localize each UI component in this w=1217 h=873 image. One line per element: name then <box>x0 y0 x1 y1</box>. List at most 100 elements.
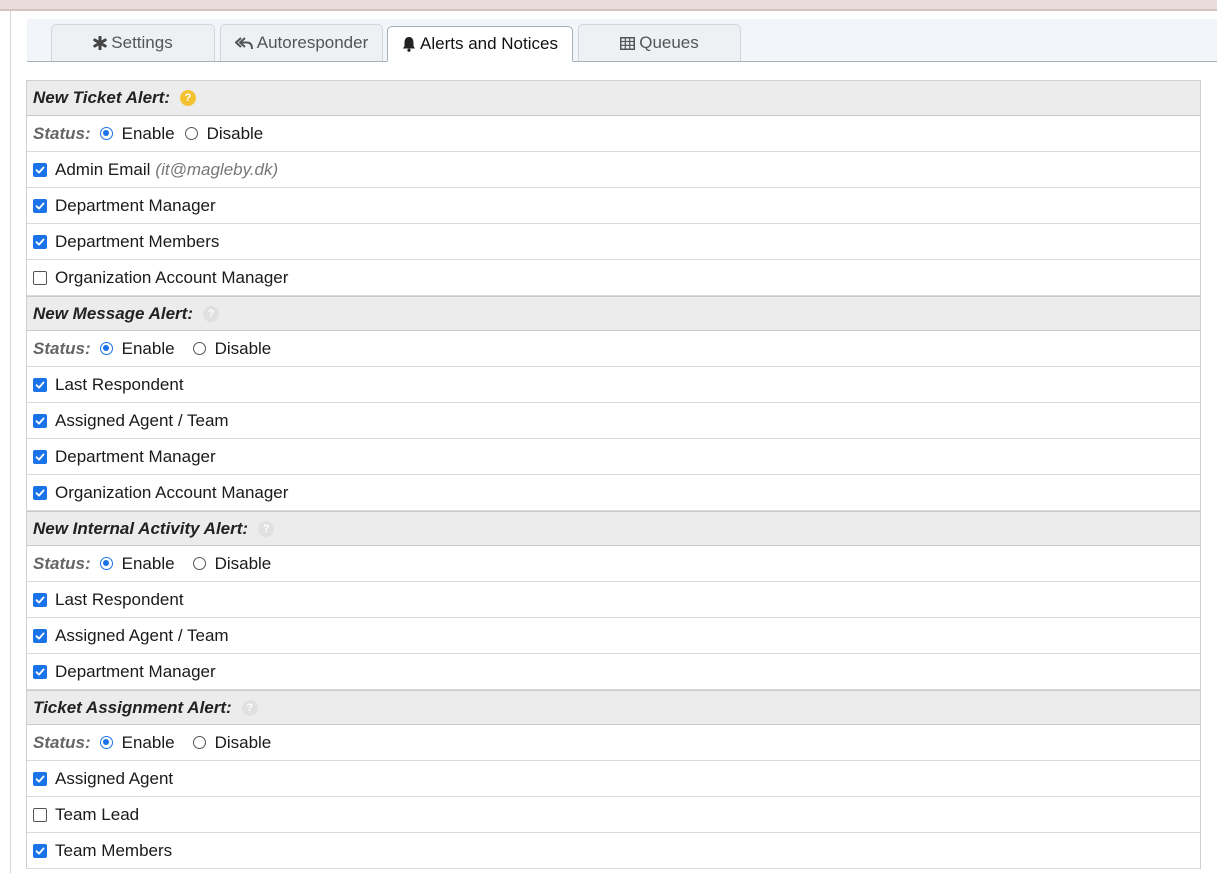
disable-radio[interactable]: Disable <box>192 553 278 574</box>
enable-radio[interactable]: Enable <box>99 338 181 359</box>
table-icon <box>620 36 636 50</box>
status-label: Status: <box>33 338 91 358</box>
top-bar <box>0 0 1217 11</box>
enable-label: Enable <box>121 123 175 143</box>
disable-label: Disable <box>214 338 272 358</box>
section-header: Ticket Assignment Alert:? <box>27 690 1200 725</box>
checkbox-row: Admin Email (it@magleby.dk) <box>27 152 1200 188</box>
help-icon[interactable]: ? <box>202 305 219 322</box>
checkbox-label: Assigned Agent / Team <box>55 625 229 645</box>
checkbox-label: Department Members <box>55 231 220 251</box>
alerts-panel: New Ticket Alert:? Status: Enable Disable Ad… <box>26 80 1201 869</box>
checkbox-label: Organization Account Manager <box>55 482 289 502</box>
checkbox-label: Assigned Agent / Team <box>55 410 229 430</box>
tab-alerts-and-notices[interactable]: Alerts and Notices <box>387 26 573 62</box>
help-icon[interactable]: ? <box>241 699 258 716</box>
radio-circle[interactable] <box>192 736 206 749</box>
checkbox-label: Last Respondent <box>55 589 184 609</box>
checkbox-label: Department Manager <box>55 195 216 215</box>
checkbox[interactable] <box>33 377 47 392</box>
checkbox[interactable] <box>33 162 47 177</box>
enable-label: Enable <box>121 338 175 358</box>
checkbox-label: Department Manager <box>55 446 216 466</box>
tab-queues[interactable]: Queues <box>578 24 741 61</box>
status-row: Status: Enable Disable <box>27 331 1200 367</box>
status-row: Status: Enable Disable <box>27 116 1200 152</box>
checkbox[interactable] <box>33 807 47 822</box>
enable-radio[interactable]: Enable <box>99 123 181 144</box>
checkbox-label: Organization Account Manager <box>55 267 289 287</box>
section-title: New Ticket Alert: <box>33 88 170 107</box>
radio-circle[interactable] <box>192 557 206 570</box>
section-title: New Internal Activity Alert: <box>33 518 249 538</box>
checkbox-row: Organization Account Manager <box>27 475 1200 511</box>
section-title: New Message Alert: <box>33 303 193 323</box>
tab-label: Autoresponder <box>256 33 369 52</box>
checkbox[interactable] <box>33 843 47 858</box>
checkbox[interactable] <box>33 413 47 428</box>
tab-label: Alerts and Notices <box>420 34 558 53</box>
status-label: Status: <box>33 123 91 143</box>
help-icon[interactable]: ? <box>258 520 275 537</box>
reply-all-icon <box>234 36 253 50</box>
status-row: Status: Enable Disable <box>27 725 1200 761</box>
section-header: New Internal Activity Alert:? <box>27 511 1200 546</box>
disable-label: Disable <box>214 732 272 752</box>
checkbox[interactable] <box>33 771 47 786</box>
checkbox-row: Assigned Agent <box>27 761 1200 797</box>
disable-label: Disable <box>206 123 264 143</box>
checkbox-row: Team Lead <box>27 797 1200 833</box>
checkbox-row: Organization Account Manager <box>27 260 1200 296</box>
disable-label: Disable <box>214 553 272 573</box>
checkbox-row: Assigned Agent / Team <box>27 403 1200 439</box>
admin-email-note: (it@magleby.dk) <box>155 159 279 179</box>
checkbox[interactable] <box>33 234 47 249</box>
disable-radio[interactable]: Disable <box>192 338 278 359</box>
disable-radio[interactable]: Disable <box>184 123 270 144</box>
checkbox-row: Department Manager <box>27 439 1200 475</box>
checkbox-row: Last Respondent <box>27 367 1200 403</box>
status-row: Status: Enable Disable <box>27 546 1200 582</box>
left-border <box>10 11 11 873</box>
checkbox[interactable] <box>33 449 47 464</box>
radio-circle[interactable] <box>99 127 113 140</box>
radio-circle[interactable] <box>99 557 113 570</box>
tab-autoresponder[interactable]: Autoresponder <box>220 24 383 61</box>
radio-circle[interactable] <box>184 127 198 140</box>
checkbox[interactable] <box>33 270 47 285</box>
disable-radio[interactable]: Disable <box>192 732 278 753</box>
checkbox-label: Team Members <box>55 840 173 860</box>
tab-label: Settings <box>111 33 173 52</box>
enable-radio[interactable]: Enable <box>99 732 181 753</box>
tab-settings[interactable]: Settings <box>51 24 215 61</box>
status-label: Status: <box>33 553 91 573</box>
radio-circle[interactable] <box>99 342 113 355</box>
checkbox-label: Admin Email <box>55 159 151 179</box>
checkbox-label: Assigned Agent <box>55 768 174 788</box>
checkbox[interactable] <box>33 664 47 679</box>
radio-circle[interactable] <box>99 736 113 749</box>
section-header: New Ticket Alert:? <box>27 81 1200 116</box>
checkbox[interactable] <box>33 628 47 643</box>
checkbox-row: Department Manager <box>27 188 1200 224</box>
status-label: Status: <box>33 732 91 752</box>
section-header: New Message Alert:? <box>27 296 1200 331</box>
enable-radio[interactable]: Enable <box>99 553 181 574</box>
checkbox-label: Last Respondent <box>55 374 184 394</box>
checkbox[interactable] <box>33 198 47 213</box>
tab-strip: Settings Autoresponder Alerts and Notice… <box>27 19 1217 62</box>
help-icon[interactable]: ? <box>180 90 196 106</box>
checkbox[interactable] <box>33 485 47 500</box>
checkbox-row: Team Members <box>27 833 1200 869</box>
radio-circle[interactable] <box>192 342 206 355</box>
checkbox-row: Last Respondent <box>27 582 1200 618</box>
checkbox-row: Department Members <box>27 224 1200 260</box>
asterisk-icon <box>93 36 107 50</box>
enable-label: Enable <box>121 553 175 573</box>
section-title: Ticket Assignment Alert: <box>33 697 232 717</box>
enable-label: Enable <box>121 732 175 752</box>
bell-icon <box>402 36 416 52</box>
checkbox-label: Department Manager <box>55 661 216 681</box>
tab-label: Queues <box>639 33 699 52</box>
checkbox[interactable] <box>33 592 47 607</box>
